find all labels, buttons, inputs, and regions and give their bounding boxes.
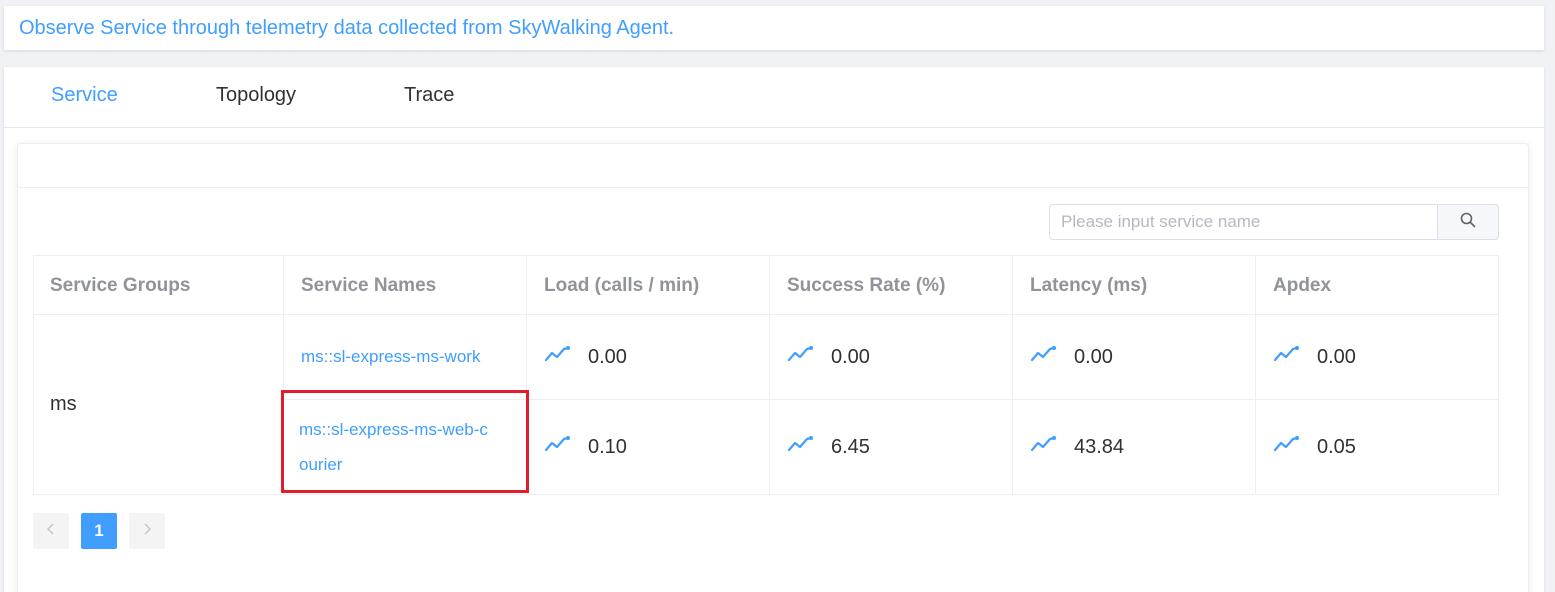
column-header-success-rate: Success Rate (%) — [787, 274, 946, 296]
column-header-latency: Latency (ms) — [1030, 274, 1148, 296]
success-rate-value: 6.45 — [831, 435, 870, 458]
service-name-link[interactable]: ms::sl-express-ms-web-courier — [299, 412, 488, 482]
success-rate-cell: 0.00 — [771, 315, 1013, 399]
description-bar: Observe Service through telemetry data c… — [4, 6, 1544, 50]
chevron-right-icon — [142, 522, 152, 540]
trend-line-icon[interactable] — [1273, 345, 1299, 369]
search-input[interactable] — [1049, 204, 1437, 240]
trend-line-icon[interactable] — [1273, 435, 1299, 459]
column-header-service-groups: Service Groups — [50, 274, 191, 296]
tab-topology[interactable]: Topology — [216, 84, 296, 107]
service-search — [1049, 204, 1499, 240]
prev-page-button[interactable] — [33, 513, 69, 549]
search-button[interactable] — [1437, 204, 1499, 240]
next-page-button[interactable] — [129, 513, 165, 549]
load-value: 0.00 — [588, 345, 627, 368]
table-header: Service Groups Service Names Load (calls… — [34, 256, 1498, 315]
service-list-card: Service Groups Service Names Load (calls… — [17, 143, 1529, 592]
load-cell: 0.10 — [528, 400, 770, 494]
service-name-link[interactable]: ms::sl-express-ms-work — [301, 347, 480, 367]
latency-cell: 0.00 — [1014, 315, 1256, 399]
column-header-apdex: Apdex — [1273, 274, 1332, 296]
trend-line-icon[interactable] — [1030, 435, 1056, 459]
trend-line-icon[interactable] — [1030, 345, 1056, 369]
trend-line-icon[interactable] — [787, 345, 813, 369]
tab-service[interactable]: Service — [51, 84, 118, 107]
pagination: 1 — [33, 513, 165, 549]
column-divider — [283, 256, 284, 494]
success-rate-cell: 6.45 — [771, 400, 1013, 494]
chevron-left-icon — [46, 522, 56, 540]
apdex-value: 0.05 — [1317, 435, 1356, 458]
service-name-line: ms::sl-express-ms-web-c — [299, 420, 488, 439]
column-header-service-names: Service Names — [301, 274, 437, 296]
apdex-cell: 0.05 — [1257, 400, 1499, 494]
trend-line-icon[interactable] — [544, 435, 570, 459]
table-row: ms::sl-express-ms-web-courier — [285, 400, 527, 494]
page-number-button[interactable]: 1 — [81, 513, 117, 549]
main-panel: Service Topology Trace Service Groups Se… — [4, 67, 1544, 592]
tab-bar: Service Topology Trace — [4, 67, 1544, 128]
trend-line-icon[interactable] — [787, 435, 813, 459]
tab-trace[interactable]: Trace — [404, 84, 454, 107]
service-name-line: ourier — [299, 455, 343, 474]
table-row: ms::sl-express-ms-work — [285, 315, 527, 399]
latency-value: 43.84 — [1074, 435, 1125, 458]
load-cell: 0.00 — [528, 315, 770, 399]
description-text: Observe Service through telemetry data c… — [19, 16, 675, 39]
latency-cell: 43.84 — [1014, 400, 1256, 494]
apdex-cell: 0.00 — [1257, 315, 1499, 399]
column-header-load: Load (calls / min) — [544, 274, 700, 296]
apdex-value: 0.00 — [1317, 345, 1356, 368]
card-header — [18, 144, 1528, 188]
service-table: Service Groups Service Names Load (calls… — [33, 255, 1499, 495]
load-value: 0.10 — [588, 435, 627, 458]
latency-value: 0.00 — [1074, 345, 1113, 368]
service-group-cell: ms — [34, 315, 283, 494]
success-rate-value: 0.00 — [831, 345, 870, 368]
search-icon — [1460, 212, 1476, 233]
service-group-name: ms — [50, 393, 77, 415]
trend-line-icon[interactable] — [544, 345, 570, 369]
